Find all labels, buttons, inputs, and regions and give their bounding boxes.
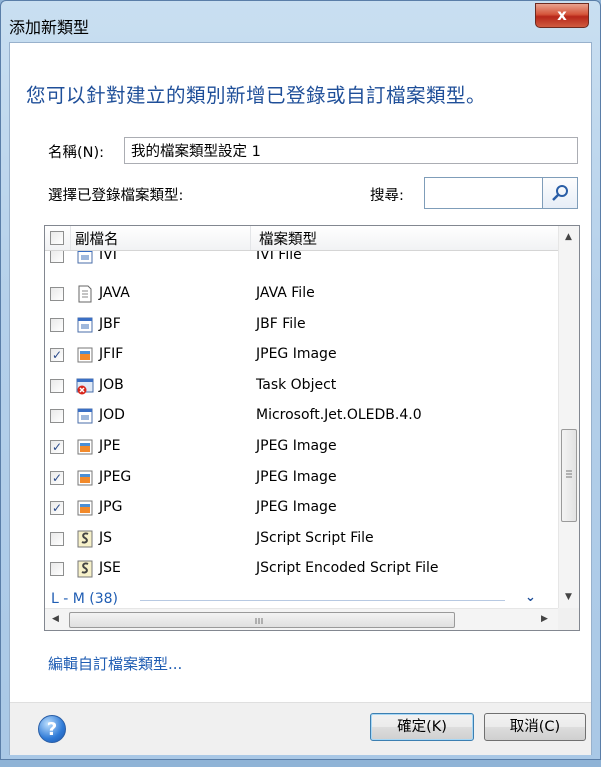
row-extension: JPG xyxy=(99,499,123,516)
close-button[interactable]: x xyxy=(535,3,589,28)
list-item[interactable]: JOD Microsoft.Jet.OLEDB.4.0 xyxy=(45,402,558,432)
text-file-icon xyxy=(76,285,94,303)
row-file-type: JPEG Image xyxy=(256,346,337,363)
row-file-type: JPEG Image xyxy=(256,438,337,454)
list-item[interactable]: JSE JScript Encoded Script File xyxy=(45,555,558,585)
list-item[interactable]: ✓ JPE JPEG Image xyxy=(45,433,558,463)
row-file-type: JAVA File xyxy=(256,285,315,301)
header-select-all-checkbox[interactable] xyxy=(50,231,64,245)
cancel-button[interactable]: 取消(C) xyxy=(484,713,586,741)
image-file-icon xyxy=(76,469,94,487)
search-button[interactable] xyxy=(542,177,578,209)
chevron-down-icon[interactable]: ⌄ xyxy=(525,590,536,605)
title-bar[interactable]: 添加新類型 x xyxy=(1,1,601,43)
row-extension: JAVA xyxy=(99,285,130,301)
instruction-heading: 您可以針對建立的類別新增已登錄或自訂檔案類型。 xyxy=(26,84,487,107)
list-item[interactable]: JOB Task Object xyxy=(45,372,558,402)
search-icon xyxy=(552,185,568,201)
row-extension: JOD xyxy=(99,407,125,424)
column-header-extension[interactable]: 副檔名 xyxy=(75,228,119,249)
name-label: 名稱(N): xyxy=(48,145,105,161)
row-file-type: Microsoft.Jet.OLEDB.4.0 xyxy=(256,407,422,424)
row-checkbox[interactable] xyxy=(50,378,64,393)
task-object-icon xyxy=(76,377,94,395)
row-file-type: JBF File xyxy=(256,315,306,332)
row-extension: JS xyxy=(99,529,113,546)
row-file-type: Task Object xyxy=(256,376,337,393)
image-file-icon xyxy=(76,346,94,364)
row-extension: JPEG xyxy=(99,468,132,485)
registered-types-label: 選擇已登錄檔案類型: xyxy=(48,188,184,204)
row-file-type: JPEG Image xyxy=(256,499,337,516)
name-input[interactable] xyxy=(124,137,578,164)
horizontal-scroll-thumb[interactable] xyxy=(69,612,455,628)
dialog-footer: ? 確定(K) 取消(C) xyxy=(10,702,591,755)
file-type-list[interactable]: IVI IVI File JAVA JAVA File JBF JBF File ✓ JFIF… xyxy=(44,225,580,631)
row-checkbox[interactable]: ✓ xyxy=(50,501,64,516)
scroll-down-arrow-icon[interactable]: ▼ xyxy=(565,592,572,602)
edit-custom-types-link[interactable]: 編輯自訂檔案類型... xyxy=(48,653,182,674)
row-checkbox[interactable]: ✓ xyxy=(50,348,64,363)
search-label: 搜尋: xyxy=(370,188,404,204)
row-extension: JBF xyxy=(99,315,121,332)
scroll-right-arrow-icon[interactable]: ▶ xyxy=(541,614,548,624)
list-header: 副檔名 檔案類型 xyxy=(45,226,558,251)
row-checkbox[interactable] xyxy=(50,531,64,546)
window-title: 添加新類型 xyxy=(9,18,90,37)
script-file-icon xyxy=(76,530,94,548)
row-file-type: JScript Encoded Script File xyxy=(256,560,439,577)
row-file-type: JPEG Image xyxy=(256,468,337,485)
row-file-type: JScript Script File xyxy=(256,529,374,546)
header-separator xyxy=(70,226,71,250)
row-extension: JPE xyxy=(99,438,121,454)
window-file-icon xyxy=(76,407,94,425)
row-checkbox[interactable] xyxy=(50,562,64,577)
row-checkbox[interactable]: ✓ xyxy=(50,470,64,485)
help-icon[interactable]: ? xyxy=(38,715,66,743)
horizontal-scrollbar[interactable]: ◀ ▶ xyxy=(45,608,558,630)
ok-button[interactable]: 確定(K) xyxy=(370,713,474,741)
script-file-icon xyxy=(76,560,94,578)
list-item[interactable]: ✓ JPG JPEG Image xyxy=(45,494,558,524)
list-item[interactable]: JAVA JAVA File xyxy=(45,280,558,310)
column-header-file-type[interactable]: 檔案類型 xyxy=(259,228,317,249)
list-item[interactable]: JBF JBF File xyxy=(45,311,558,341)
group-label: L - M (38) xyxy=(51,591,119,607)
window-file-icon xyxy=(76,316,94,334)
list-item[interactable]: ✓ JPEG JPEG Image xyxy=(45,464,558,494)
row-extension: JOB xyxy=(99,376,124,393)
grip-icon xyxy=(566,470,572,478)
grip-icon xyxy=(255,618,263,624)
list-item[interactable]: JS JScript Script File xyxy=(45,525,558,555)
scroll-left-arrow-icon[interactable]: ◀ xyxy=(52,614,59,624)
row-extension: JSE xyxy=(99,560,121,577)
search-input[interactable] xyxy=(424,177,542,209)
row-extension: JFIF xyxy=(99,346,124,363)
close-icon: x xyxy=(557,6,567,24)
row-checkbox[interactable] xyxy=(50,249,64,263)
list-item[interactable]: ✓ JFIF JPEG Image xyxy=(45,341,558,371)
scroll-up-arrow-icon[interactable]: ▲ xyxy=(565,232,572,242)
vertical-scrollbar[interactable]: ▲ ▼ xyxy=(558,226,579,608)
image-file-icon xyxy=(76,438,94,456)
scroll-corner xyxy=(558,608,579,630)
row-checkbox[interactable]: ✓ xyxy=(50,440,64,454)
vertical-scroll-thumb[interactable] xyxy=(561,429,577,522)
row-checkbox[interactable] xyxy=(50,317,64,332)
header-separator xyxy=(250,226,251,250)
group-divider xyxy=(140,600,505,601)
row-checkbox[interactable] xyxy=(50,287,64,301)
image-file-icon xyxy=(76,499,94,517)
row-checkbox[interactable] xyxy=(50,409,64,424)
